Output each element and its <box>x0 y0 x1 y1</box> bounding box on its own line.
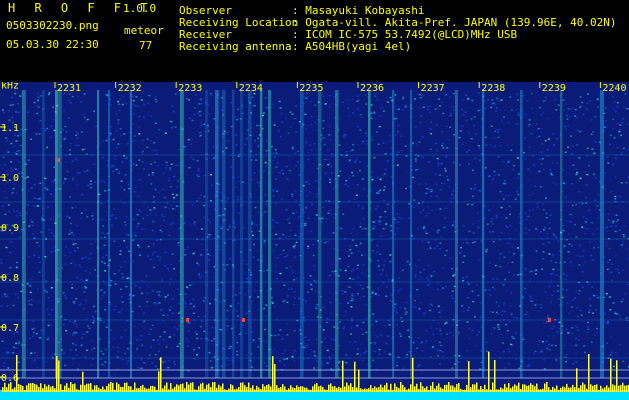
x-tick-label: 2240 <box>602 83 626 94</box>
mode-label: meteor <box>124 24 164 37</box>
date-time: 05.03.30 22:30 <box>6 38 99 51</box>
x-tick-label: 2234 <box>239 83 263 94</box>
file-name: 0503302230.png <box>6 19 99 32</box>
y-tick-label: 0.8 <box>1 273 19 284</box>
antenna-label: Receiving antenna <box>179 40 292 53</box>
header-panel: H R O F F T 1.0.0 0503302230.png meteor … <box>0 0 629 82</box>
meteor-ping <box>186 318 189 322</box>
meteor-ping <box>242 318 245 322</box>
y-tick-label: 0.9 <box>1 223 19 234</box>
x-tick-label: 2237 <box>421 83 445 94</box>
y-tick-label: 1.1 <box>1 123 19 134</box>
x-tick-label: 2236 <box>360 83 384 94</box>
spectrogram-plot: kHz1.11.00.90.80.70.62231 2232 2233 2234 223… <box>0 82 629 400</box>
event-count: 77 <box>139 39 153 52</box>
x-tick-label: 2231 <box>57 83 81 94</box>
x-tick-label: 2239 <box>542 83 566 94</box>
x-tick-label: 2232 <box>118 83 142 94</box>
meteor-ping <box>548 318 551 322</box>
x-tick-label: 2238 <box>481 83 505 94</box>
spectrogram: kHz 1.1 1.0 0.9 0.8 0.7 0.6 2231 2232 2233 2234 223… <box>0 82 629 400</box>
y-tick-label: 1.0 <box>1 173 19 184</box>
app-version: 1.0.0 <box>123 2 157 15</box>
x-tick-label: 2235 <box>299 83 323 94</box>
y-tick-label: 0.7 <box>1 323 19 334</box>
x-tick-label: 2233 <box>178 83 202 94</box>
antenna-value: : A504HB(yagi 4el) <box>292 40 412 53</box>
meteor-ping <box>57 158 60 162</box>
y-axis-label: kHz <box>1 82 19 91</box>
